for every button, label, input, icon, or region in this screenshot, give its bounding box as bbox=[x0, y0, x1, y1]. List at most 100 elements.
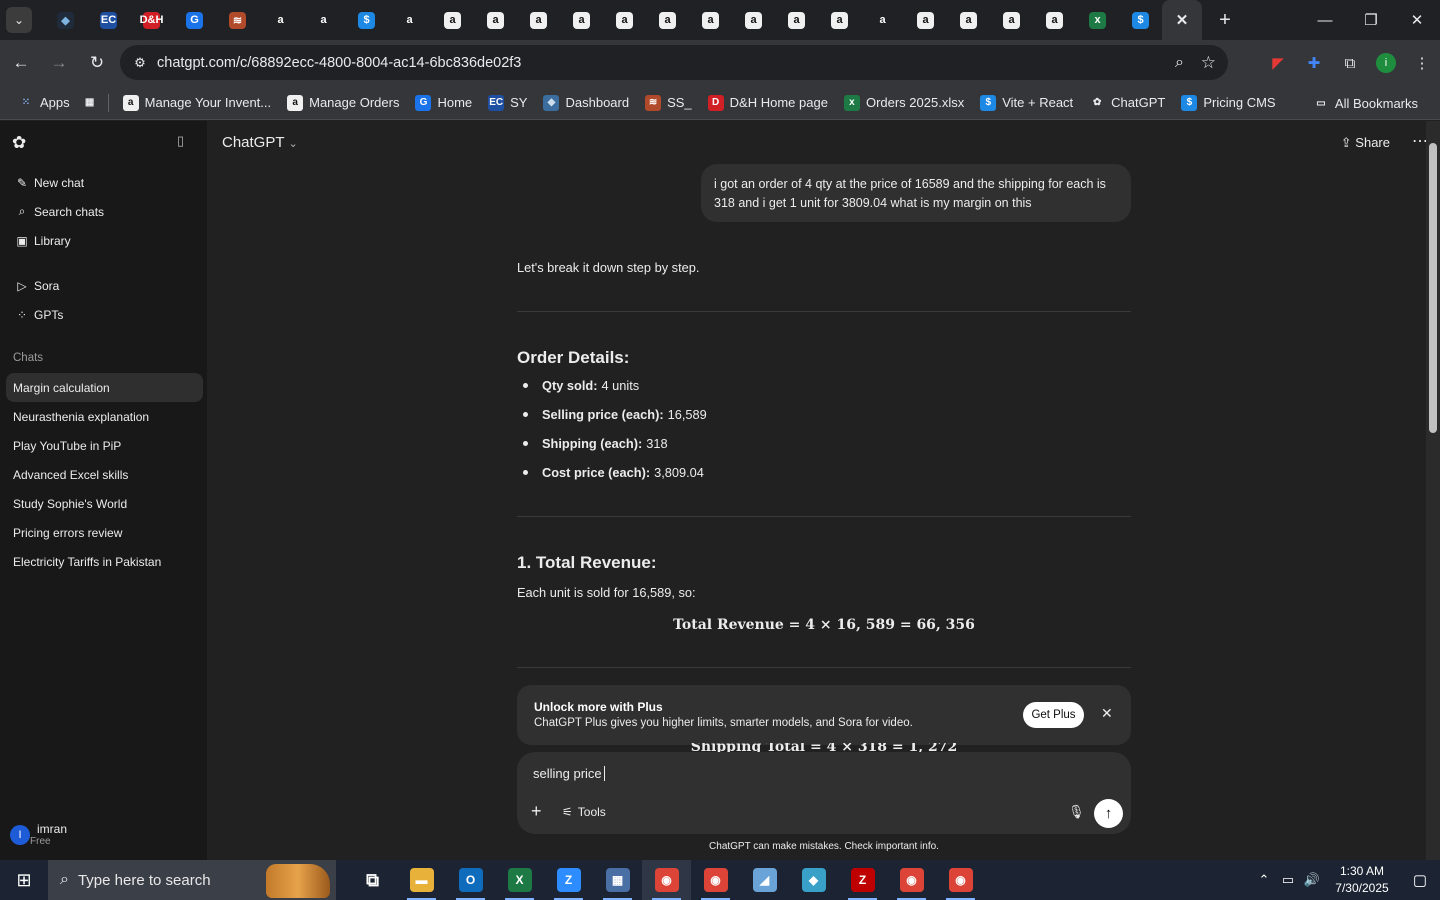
scrollbar-thumb[interactable] bbox=[1429, 143, 1437, 433]
chat-history-item[interactable]: Advanced Excel skills bbox=[6, 460, 203, 489]
back-icon[interactable]: ← bbox=[4, 46, 38, 80]
chat-history-item[interactable]: Pricing errors review bbox=[6, 518, 203, 547]
bookmark-item[interactable]: D D&H Home page bbox=[700, 89, 836, 117]
all-bookmarks[interactable]: ▭ All Bookmarks bbox=[1305, 89, 1426, 117]
taskbar-app[interactable]: ◉ bbox=[887, 860, 936, 900]
browser-tab[interactable]: a bbox=[947, 0, 990, 40]
sidebar-item-search-chats[interactable]: ⌕ Search chats bbox=[6, 197, 203, 226]
new-tab-button[interactable]: + bbox=[1210, 5, 1240, 35]
chat-history-item[interactable]: Electricity Tariffs in Pakistan bbox=[6, 547, 203, 576]
bookmark-item[interactable]: ⁙ Apps bbox=[10, 89, 78, 117]
bookmark-item[interactable]: ✿ ChatGPT bbox=[1081, 89, 1173, 117]
chat-history-item[interactable]: Study Sophie's World bbox=[6, 489, 203, 518]
tools-button[interactable]: ⚟ Tools bbox=[562, 805, 606, 819]
extensions-puzzle-icon[interactable]: ⧉ bbox=[1332, 40, 1368, 86]
reload-icon[interactable]: ↻ bbox=[80, 46, 114, 80]
site-info-icon[interactable]: ⚙ bbox=[126, 55, 154, 71]
bookmark-item[interactable]: ▦ bbox=[78, 89, 102, 117]
taskbar-app[interactable]: X bbox=[495, 860, 544, 900]
chat-history-item[interactable]: Neurasthenia explanation bbox=[6, 402, 203, 431]
browser-tab[interactable]: a bbox=[646, 0, 689, 40]
browser-tab[interactable]: D&H bbox=[130, 0, 173, 40]
bookmark-item[interactable]: $ Pricing CMS bbox=[1173, 89, 1283, 117]
taskbar-app[interactable]: ◉ bbox=[936, 860, 985, 900]
add-attachment-icon[interactable]: + bbox=[531, 801, 542, 822]
clock[interactable]: 1:30 AM 7/30/2025 bbox=[1324, 863, 1400, 897]
browser-tab[interactable]: a bbox=[904, 0, 947, 40]
bookmark-item[interactable]: a Manage Orders bbox=[279, 89, 407, 117]
restore-icon[interactable]: ❐ bbox=[1348, 0, 1394, 40]
bookmark-item[interactable]: ≋ SS_ bbox=[637, 89, 700, 117]
browser-tab[interactable]: $ bbox=[345, 0, 388, 40]
browser-menu-icon[interactable]: ⋮ bbox=[1404, 40, 1440, 86]
close-icon[interactable]: ✕ bbox=[1101, 705, 1113, 722]
browser-tab[interactable]: a bbox=[689, 0, 732, 40]
chat-history-item[interactable]: Margin calculation bbox=[6, 373, 203, 402]
scrollbar[interactable] bbox=[1426, 121, 1440, 860]
browser-tab[interactable]: a bbox=[259, 0, 302, 40]
bookmark-item[interactable]: a Manage Your Invent... bbox=[115, 89, 279, 117]
taskbar-app[interactable]: ▦ bbox=[593, 860, 642, 900]
browser-tab[interactable]: a bbox=[517, 0, 560, 40]
close-tab-icon[interactable]: ✕ bbox=[1174, 12, 1191, 29]
network-icon[interactable]: ▭ bbox=[1276, 872, 1300, 888]
taskbar-app[interactable]: ⧉ bbox=[348, 860, 397, 900]
bookmark-item[interactable]: G Home bbox=[407, 89, 480, 117]
browser-tab[interactable]: a bbox=[990, 0, 1033, 40]
volume-icon[interactable]: 🔊 bbox=[1300, 872, 1324, 888]
sidebar-item-library[interactable]: ▣ Library bbox=[6, 226, 203, 255]
taskbar-app[interactable]: ◉ bbox=[642, 860, 691, 900]
taskbar-app[interactable]: ◆ bbox=[789, 860, 838, 900]
chevron-up-icon[interactable]: ⌃ bbox=[1252, 872, 1276, 888]
browser-tab[interactable]: EC bbox=[87, 0, 130, 40]
browser-tab[interactable]: a bbox=[1033, 0, 1076, 40]
active-tab[interactable]: ✕ bbox=[1162, 0, 1202, 40]
browser-tab[interactable]: a bbox=[560, 0, 603, 40]
close-window-icon[interactable]: ✕ bbox=[1394, 0, 1440, 40]
taskbar-app[interactable]: ◢ bbox=[740, 860, 789, 900]
url-text[interactable]: chatgpt.com/c/68892ecc-4800-8004-ac14-6b… bbox=[157, 55, 521, 71]
microphone-icon[interactable]: 🎙 bbox=[1068, 804, 1085, 820]
browser-tab[interactable]: x bbox=[1076, 0, 1119, 40]
zoom-icon[interactable]: ⌕ bbox=[1175, 54, 1184, 72]
send-button[interactable]: ↑ bbox=[1094, 799, 1123, 828]
share-button[interactable]: ⇪ Share bbox=[1341, 135, 1390, 151]
sidebar-item-new-chat[interactable]: ✎ New chat bbox=[6, 168, 203, 197]
browser-tab[interactable]: a bbox=[388, 0, 431, 40]
extension-blue-icon[interactable]: ✚ bbox=[1296, 40, 1332, 86]
bookmark-item[interactable]: ◆ Dashboard bbox=[535, 89, 637, 117]
taskbar-app[interactable]: O bbox=[446, 860, 495, 900]
pdf-extension-icon[interactable]: ◤ bbox=[1260, 40, 1296, 86]
browser-tab[interactable]: a bbox=[474, 0, 517, 40]
browser-tab[interactable]: a bbox=[818, 0, 861, 40]
get-plus-button[interactable]: Get Plus bbox=[1023, 702, 1084, 728]
user-menu[interactable]: I imran Free bbox=[10, 823, 67, 847]
browser-tab[interactable]: a bbox=[431, 0, 474, 40]
taskbar-app[interactable]: ▬ bbox=[397, 860, 446, 900]
bookmark-item[interactable]: x Orders 2025.xlsx bbox=[836, 89, 972, 117]
bookmark-item[interactable]: $ Vite + React bbox=[972, 89, 1081, 117]
openai-logo-icon[interactable]: ✿ bbox=[12, 133, 32, 153]
bookmark-star-icon[interactable]: ☆ bbox=[1201, 53, 1216, 73]
sidebar-item-gpts[interactable]: ⁘ GPTs bbox=[6, 300, 203, 329]
taskbar-app[interactable]: Z bbox=[544, 860, 593, 900]
close-sidebar-icon[interactable]: ▯ bbox=[177, 133, 197, 153]
browser-tab[interactable]: a bbox=[603, 0, 646, 40]
taskbar-app[interactable]: Z bbox=[838, 860, 887, 900]
browser-tab[interactable]: ≋ bbox=[216, 0, 259, 40]
notifications-icon[interactable]: ▢ bbox=[1400, 871, 1440, 889]
forward-icon[interactable]: → bbox=[42, 46, 76, 80]
browser-tab[interactable]: a bbox=[732, 0, 775, 40]
browser-tab[interactable]: a bbox=[775, 0, 818, 40]
browser-tab[interactable]: G bbox=[173, 0, 216, 40]
sidebar-item-sora[interactable]: ▷ Sora bbox=[6, 271, 203, 300]
chat-history-item[interactable]: Play YouTube in PiP bbox=[6, 431, 203, 460]
tab-search-dropdown-icon[interactable]: ⌄ bbox=[6, 7, 32, 33]
address-bar[interactable]: ⚙ chatgpt.com/c/68892ecc-4800-8004-ac14-… bbox=[120, 45, 1228, 80]
model-selector[interactable]: ChatGPT ⌄ bbox=[222, 134, 298, 151]
minimize-icon[interactable]: — bbox=[1302, 0, 1348, 40]
profile-avatar-icon[interactable]: i bbox=[1368, 40, 1404, 86]
taskbar-search[interactable]: ⌕ Type here to search bbox=[48, 860, 336, 900]
browser-tab[interactable]: $ bbox=[1119, 0, 1162, 40]
bookmark-item[interactable]: EC SY bbox=[480, 89, 535, 117]
